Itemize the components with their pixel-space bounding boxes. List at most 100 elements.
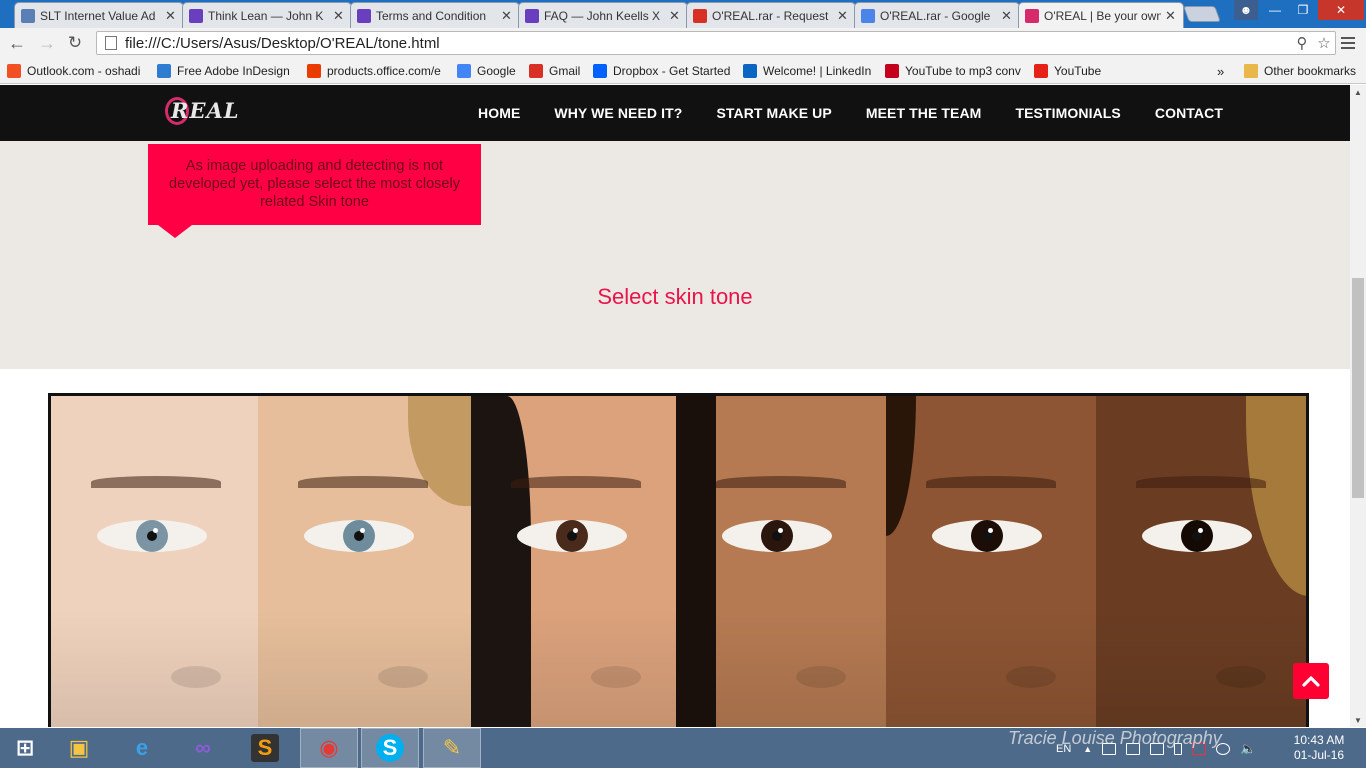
- jk-icon: [189, 8, 203, 23]
- browser-tab[interactable]: O'REAL | Be your own ✕: [1018, 2, 1184, 28]
- eye-shape: [517, 520, 627, 552]
- skin-tone-option[interactable]: [886, 396, 1096, 727]
- minimize-button[interactable]: —: [1262, 0, 1288, 20]
- scroll-up-arrow-icon[interactable]: ▲: [1350, 85, 1366, 99]
- bookmark-item[interactable]: Dropbox - Get Started: [593, 62, 735, 80]
- youtube-icon: [1034, 64, 1048, 78]
- tab-close-icon[interactable]: ✕: [333, 8, 345, 24]
- hair-shape: [408, 396, 471, 506]
- tab-title: Terms and Condition: [376, 8, 487, 23]
- nav-item-why-we-need-it[interactable]: WHY WE NEED IT?: [554, 105, 682, 121]
- clock-time: 10:43 AM: [1293, 733, 1345, 747]
- eye-shape: [932, 520, 1042, 552]
- browser-tab[interactable]: Terms and Condition ✕: [350, 2, 520, 28]
- skin-tone-option[interactable]: [51, 396, 258, 727]
- tab-close-icon[interactable]: ✕: [1001, 8, 1013, 24]
- nav-item-testimonials[interactable]: TESTIMONIALS: [1015, 105, 1120, 121]
- taskbar-app[interactable]: ▣: [50, 728, 108, 768]
- nose-shape: [1216, 666, 1266, 688]
- browser-tab[interactable]: O'REAL.rar - Request ✕: [686, 2, 856, 28]
- bookmark-label: products.office.com/e: [327, 64, 441, 78]
- folder-icon: [1244, 64, 1258, 78]
- user-profile-icon[interactable]: ☻: [1234, 0, 1258, 20]
- bookmarks-overflow-button[interactable]: »: [1217, 62, 1224, 80]
- taskbar-app[interactable]: S: [236, 728, 294, 768]
- taskbar-app[interactable]: e: [113, 728, 171, 768]
- start-icon: ⊞: [15, 735, 35, 760]
- close-window-button[interactable]: ✕: [1318, 0, 1364, 20]
- bookmark-item[interactable]: YouTube to mp3 conv: [885, 62, 1026, 80]
- bookmark-item[interactable]: Google: [457, 62, 521, 80]
- nav-item-home[interactable]: HOME: [478, 105, 520, 121]
- bookmark-item[interactable]: Outlook.com - oshadi: [7, 62, 149, 80]
- eyebrow-shape: [716, 476, 846, 488]
- scroll-down-arrow-icon[interactable]: ▼: [1350, 713, 1366, 727]
- tab-close-icon[interactable]: ✕: [1165, 8, 1177, 24]
- tab-close-icon[interactable]: ✕: [165, 8, 177, 24]
- jk-icon: [525, 8, 539, 23]
- eye-shape: [304, 520, 414, 552]
- back-button[interactable]: ←: [6, 32, 28, 54]
- bookmark-label: Welcome! | LinkedIn: [763, 64, 872, 78]
- skin-tone-option[interactable]: [1096, 396, 1306, 727]
- taskbar-app[interactable]: ✎: [423, 728, 481, 768]
- browser-tab[interactable]: FAQ — John Keells X ✕: [518, 2, 688, 28]
- skin-tone-image: [48, 393, 1309, 727]
- reload-button[interactable]: ↻: [64, 32, 86, 54]
- tab-title: SLT Internet Value Ad: [40, 8, 156, 23]
- other-bookmarks-folder[interactable]: Other bookmarks: [1244, 62, 1356, 80]
- skin-tone-option[interactable]: [676, 396, 886, 727]
- browser-tab[interactable]: O'REAL.rar - Google ✕: [854, 2, 1020, 28]
- page-scrollbar[interactable]: ▲ ▼: [1350, 85, 1366, 727]
- bookmark-item[interactable]: Welcome! | LinkedIn: [743, 62, 877, 80]
- bookmark-item[interactable]: YouTube: [1034, 62, 1114, 80]
- tab-close-icon[interactable]: ✕: [501, 8, 513, 24]
- oreal-logo[interactable]: REAL: [165, 95, 245, 131]
- browser-tab[interactable]: Think Lean — John K ✕: [182, 2, 352, 28]
- taskbar-app[interactable]: S: [361, 728, 419, 768]
- hair-shape: [471, 396, 531, 727]
- nose-shape: [378, 666, 428, 688]
- new-tab-button[interactable]: [1183, 6, 1221, 22]
- forward-button[interactable]: →: [36, 32, 58, 54]
- bookmark-star-icon[interactable]: ☆: [1313, 34, 1335, 52]
- skin-tone-option[interactable]: [471, 396, 676, 727]
- tab-title: Think Lean — John K: [208, 8, 324, 23]
- address-bar[interactable]: file:///C:/Users/Asus/Desktop/O'REAL/ton…: [96, 31, 1336, 55]
- taskbar-app[interactable]: ∞: [174, 728, 232, 768]
- hair-shape: [1246, 396, 1306, 596]
- taskbar-clock[interactable]: 10:43 AM 01-Jul-16: [1284, 733, 1354, 763]
- gmail-icon: [529, 64, 543, 78]
- taskbar-app[interactable]: ◉: [300, 728, 358, 768]
- nav-item-contact[interactable]: CONTACT: [1155, 105, 1223, 121]
- nav-item-start-make-up[interactable]: START MAKE UP: [716, 105, 831, 121]
- skin-tone-option[interactable]: [258, 396, 471, 727]
- tab-close-icon[interactable]: ✕: [669, 8, 681, 24]
- taskbar-app[interactable]: ⊞: [0, 728, 50, 768]
- eye-shape: [97, 520, 207, 552]
- tab-close-icon[interactable]: ✕: [837, 8, 849, 24]
- site-navbar: REAL HOME WHY WE NEED IT? START MAKE UP MEE…: [0, 85, 1350, 141]
- google-docs-icon: [861, 8, 875, 23]
- bookmark-item[interactable]: Gmail: [529, 62, 585, 80]
- google-icon: [457, 64, 471, 78]
- nose-shape: [1006, 666, 1056, 688]
- scrollbar-thumb[interactable]: [1352, 278, 1364, 498]
- scroll-to-top-button[interactable]: [1293, 663, 1329, 699]
- browser-tab[interactable]: SLT Internet Value Ad ✕: [14, 2, 184, 28]
- sublime-text-icon: S: [251, 734, 279, 762]
- address-url[interactable]: file:///C:/Users/Asus/Desktop/O'REAL/ton…: [125, 35, 1291, 52]
- bookmark-label: Outlook.com - oshadi: [27, 64, 141, 78]
- bookmark-item[interactable]: products.office.com/e: [307, 62, 449, 80]
- nav-item-meet-the-team[interactable]: MEET THE TEAM: [866, 105, 982, 121]
- logo-text: REAL: [171, 98, 240, 123]
- bookmark-label: Google: [477, 64, 516, 78]
- tray-volume-icon[interactable]: 🔈: [1240, 741, 1256, 757]
- bookmarks-bar: Outlook.com - oshadi Free Adobe InDesign p…: [0, 58, 1366, 84]
- restore-button[interactable]: ❐: [1290, 0, 1316, 20]
- chrome-menu-icon[interactable]: [1340, 35, 1356, 51]
- office-icon: [307, 64, 321, 78]
- jk-icon: [357, 8, 371, 23]
- zoom-icon[interactable]: ⚲: [1291, 34, 1313, 52]
- bookmark-item[interactable]: Free Adobe InDesign: [157, 62, 299, 80]
